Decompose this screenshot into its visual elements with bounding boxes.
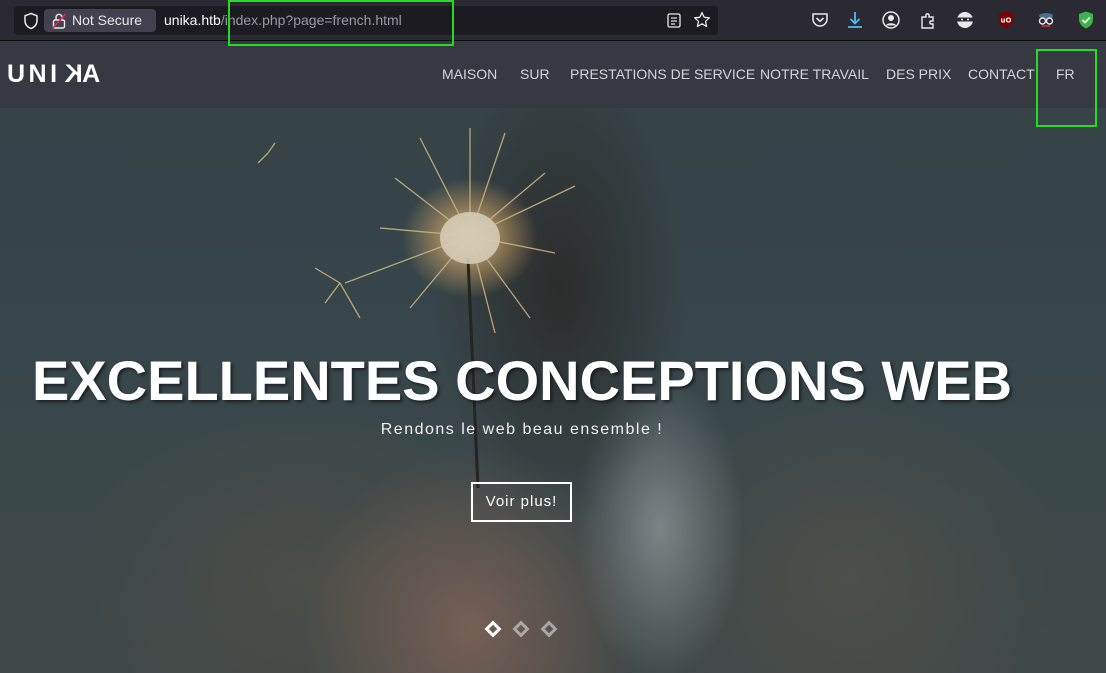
hero-subtitle: Rendons le web beau ensemble ! xyxy=(380,421,664,438)
nav-sur[interactable]: SUR xyxy=(520,66,550,82)
site-security-chip[interactable]: Not Secure xyxy=(44,9,156,32)
logo-text-start: UNI xyxy=(7,60,61,88)
reader-view-icon[interactable] xyxy=(667,13,681,28)
nav-contact[interactable]: CONTACT xyxy=(968,66,1035,82)
fr-highlight-box xyxy=(1036,49,1097,127)
ublock-icon[interactable]: uO xyxy=(996,10,1016,30)
bookmark-star-icon[interactable] xyxy=(693,11,711,29)
svg-text:uO: uO xyxy=(1001,17,1012,25)
site-header: UNIKA MAISON SUR PRESTATIONS DE SERVICE … xyxy=(0,41,1106,108)
account-icon[interactable] xyxy=(881,10,901,30)
url-highlight-box xyxy=(228,0,454,46)
logo-text-reversed: K xyxy=(60,60,83,88)
browser-toolbar: Not Secure unika.htb/index.php?page=fren… xyxy=(0,0,1106,41)
shield-extension-icon[interactable] xyxy=(1076,10,1096,30)
not-secure-label: Not Secure xyxy=(72,12,143,28)
voir-plus-button[interactable]: Voir plus! xyxy=(471,482,572,522)
hero-slider: EXCELLENTES CONCEPTIONS WEB Rendons le w… xyxy=(0,108,1106,673)
insecure-lock-icon xyxy=(52,13,66,29)
logo-text-end: A xyxy=(82,60,104,88)
url-host: unika.htb xyxy=(164,12,221,28)
spy-extension-icon[interactable] xyxy=(1036,10,1056,30)
download-icon[interactable] xyxy=(845,10,865,30)
ninja-extension-icon[interactable] xyxy=(955,10,975,30)
extensions-icon[interactable] xyxy=(918,10,938,30)
nav-notre-travail[interactable]: NOTRE TRAVAIL xyxy=(760,66,869,82)
site-logo[interactable]: UNIKA xyxy=(7,60,104,89)
pocket-icon[interactable] xyxy=(810,10,830,30)
nav-des-prix[interactable]: DES PRIX xyxy=(886,66,951,82)
hero-title: EXCELLENTES CONCEPTIONS WEB xyxy=(31,349,1013,412)
nav-maison[interactable]: MAISON xyxy=(442,66,497,82)
tracking-shield-icon[interactable] xyxy=(22,12,40,30)
nav-prestations[interactable]: PRESTATIONS DE SERVICE xyxy=(570,66,755,82)
